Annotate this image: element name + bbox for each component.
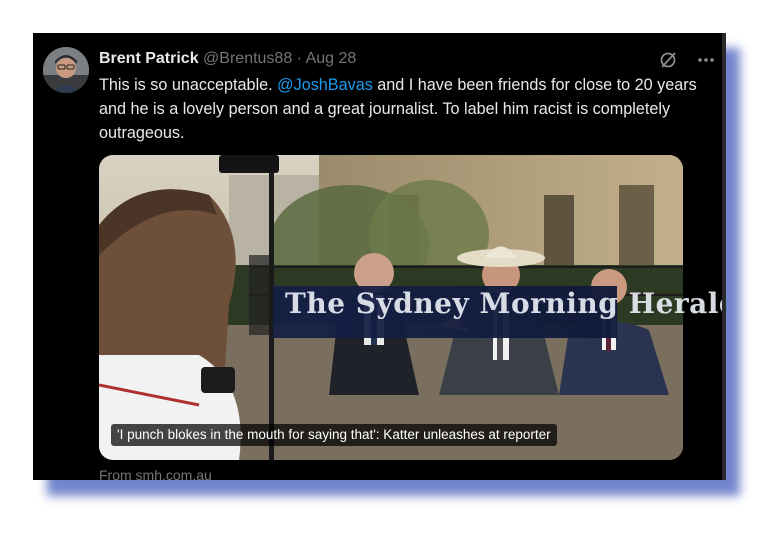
header-actions	[657, 49, 717, 71]
author-name[interactable]: Brent Patrick	[99, 50, 199, 67]
tweet-header: Brent Patrick @Brentus88 · Aug 28	[99, 47, 703, 71]
tweet-card[interactable]: Brent Patrick @Brentus88 · Aug 28 This i…	[33, 33, 723, 480]
watermark-logo: The Sydney Morning Herald	[285, 287, 723, 320]
avatar-image	[43, 47, 89, 93]
avatar[interactable]	[43, 47, 89, 93]
card-edge	[722, 33, 726, 480]
header-separator: ·	[296, 50, 303, 67]
link-source[interactable]: From smh.com.au	[99, 466, 212, 480]
author-handle[interactable]: @Brentus88	[203, 50, 292, 67]
mention-link[interactable]: @JoshBavas	[277, 76, 373, 94]
tweet-date[interactable]: Aug 28	[306, 50, 357, 67]
more-icon[interactable]	[695, 49, 717, 71]
grok-icon[interactable]	[657, 49, 679, 71]
tweet-text: This is so unacceptable. @JoshBavas and …	[99, 73, 709, 145]
tweet-text-part-1: This is so unacceptable.	[99, 76, 278, 94]
